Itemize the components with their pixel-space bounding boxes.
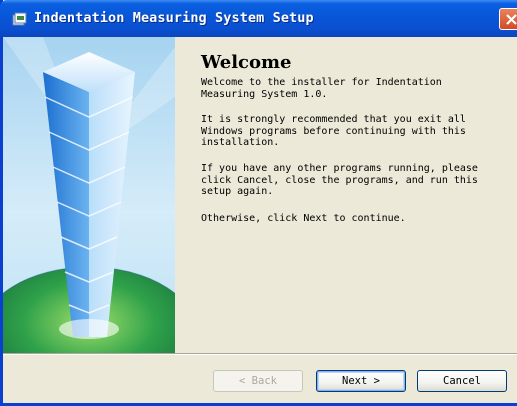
continue-paragraph: Otherwise, click Next to continue. — [201, 213, 406, 224]
cancel-button[interactable]: Cancel — [417, 370, 507, 392]
setup-banner-image — [3, 37, 175, 353]
window-title: Indentation Measuring System Setup — [34, 10, 314, 26]
cancel-instructions-paragraph: If you have any other programs running, … — [201, 163, 478, 198]
button-separator — [3, 353, 517, 355]
next-button[interactable]: Next > — [316, 370, 406, 392]
close-button[interactable] — [499, 8, 517, 30]
setup-window: Indentation Measuring System Setup Welco… — [0, 0, 517, 406]
welcome-heading: Welcome — [201, 52, 292, 73]
title-bar[interactable]: Indentation Measuring System Setup — [0, 0, 517, 37]
welcome-paragraph: Welcome to the installer for Indentation… — [201, 77, 442, 100]
close-icon — [506, 14, 517, 25]
content-area: Welcome Welcome to the installer for Ind… — [3, 37, 517, 353]
exit-programs-paragraph: It is strongly recommended that you exit… — [201, 114, 466, 149]
back-button[interactable]: < Back — [213, 370, 303, 392]
installer-icon — [12, 11, 28, 27]
